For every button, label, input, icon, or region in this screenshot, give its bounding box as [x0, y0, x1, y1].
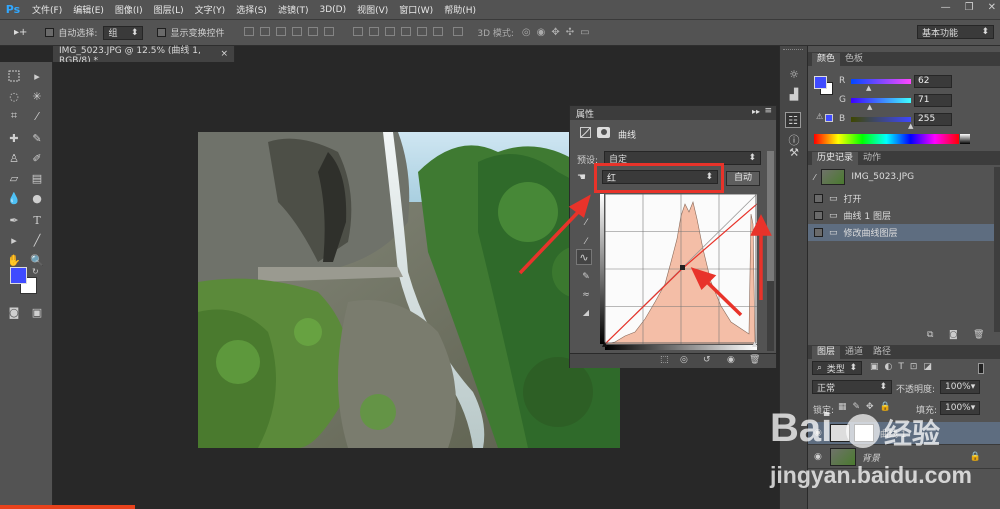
tab-actions[interactable]: 动作 [858, 152, 886, 165]
history-item-label: 曲线 1 图层 [843, 212, 891, 222]
channel-b-label: B [839, 114, 846, 124]
g-value-input[interactable]: 71 [914, 94, 952, 107]
bottom-accent-bar [0, 505, 135, 509]
gamut-warning-icon[interactable]: ⚠ [816, 112, 823, 121]
color-spectrum-ramp[interactable] [814, 134, 959, 144]
arrow-to-eyedropper [518, 205, 585, 275]
layers-panel-tabs: 图层 通道 路径 [808, 345, 1000, 359]
channel-g-label: G [839, 95, 846, 105]
histogram-icon[interactable]: ▟ [786, 86, 802, 102]
history-item-selected[interactable]: ▭ 修改曲线图层 [808, 224, 1000, 241]
b-value-input[interactable]: 255 [914, 113, 952, 126]
history-checkbox[interactable] [814, 194, 823, 203]
b-slider-track[interactable] [851, 117, 911, 122]
history-footer: ⧉ ◙ 🗑 [923, 330, 1000, 342]
history-snapshot-row[interactable]: ⁄ IMG_5023.JPG [808, 167, 1000, 187]
chevron-down-icon: ⬍ [849, 363, 857, 373]
r-value-input[interactable]: 62 [914, 75, 952, 88]
watermark-suffix: 经验 [884, 417, 941, 450]
snapshot-label: IMG_5023.JPG [851, 172, 915, 182]
r-slider-thumb[interactable]: ▲ [866, 84, 871, 92]
filter-toggle[interactable] [978, 363, 984, 374]
tab-swatches[interactable]: 色板 [840, 53, 868, 66]
chevron-down-icon: ▾ [970, 382, 976, 392]
history-item[interactable]: ▭ 打开 [808, 190, 1000, 207]
color-panel-tabs: 颜色 色板 [808, 52, 1000, 66]
delete-state-icon[interactable]: 🗑 [973, 330, 984, 340]
layer-filter-icons[interactable]: ▣◐T⊡◪ [870, 362, 938, 372]
history-item-label: 修改曲线图层 [843, 229, 898, 239]
watermark-brand: Bai [770, 406, 833, 450]
watermark-url: jingyan.baidu.com [770, 462, 972, 488]
tool-presets-icon[interactable]: ⚒ [786, 144, 802, 160]
camera-snapshot-icon[interactable]: ◙ [949, 330, 958, 340]
opacity-input[interactable]: 100% ▾ [940, 380, 980, 394]
r-slider-track[interactable] [851, 79, 911, 84]
layer-filter-dropdown[interactable]: ⌕ 类型 ⬍ [812, 361, 862, 375]
tab-channels[interactable]: 通道 [840, 346, 868, 359]
history-item-label: 打开 [843, 195, 862, 205]
channel-r-label: R [839, 76, 846, 86]
foreground-color-swatch[interactable] [10, 267, 27, 284]
3d-sun-icon[interactable]: ☼ [786, 66, 802, 82]
history-step-icon: ▭ [829, 227, 838, 238]
adjustments-icon[interactable]: ☷ [785, 112, 801, 128]
snapshot-thumbnail [821, 169, 846, 185]
g-slider-track[interactable] [851, 98, 911, 103]
history-panel-tabs: 历史记录 动作 [808, 151, 1000, 165]
web-color-swatch[interactable] [825, 114, 833, 122]
color-foreground-swatch[interactable] [814, 76, 827, 89]
history-item[interactable]: ▭ 曲线 1 图层 [808, 207, 1000, 224]
g-slider-thumb[interactable]: ▲ [867, 103, 872, 111]
history-step-icon: ▭ [829, 210, 838, 221]
tab-color[interactable]: 颜色 [812, 53, 841, 66]
b-slider-thumb[interactable]: ▲ [908, 122, 913, 130]
tab-paths[interactable]: 路径 [868, 346, 896, 359]
tab-history[interactable]: 历史记录 [812, 152, 859, 165]
watermark: Bai 经验 jingyan.baidu.com [770, 406, 1000, 509]
chevron-down-icon: ⬍ [879, 382, 887, 392]
history-scrollbar[interactable] [994, 167, 1000, 332]
search-icon: ⌕ [817, 363, 823, 373]
opacity-label: 不透明度: [896, 385, 936, 395]
history-checkbox[interactable] [814, 211, 823, 220]
black-white-ramp[interactable] [960, 134, 970, 144]
grip-icon[interactable] [783, 49, 803, 52]
blend-mode-dropdown[interactable]: 正常 ⬍ [812, 380, 892, 394]
history-step-icon: ▭ [829, 193, 838, 204]
arrow-head [750, 214, 772, 236]
arrow-head [568, 194, 591, 218]
new-document-from-state-icon[interactable]: ⧉ [927, 330, 933, 340]
history-brush-source-icon[interactable]: ⁄ [814, 173, 815, 182]
paw-logo-icon [846, 414, 880, 448]
arrow-to-curve-point [703, 278, 743, 317]
tab-layers[interactable]: 图层 [812, 346, 841, 359]
history-checkbox[interactable] [814, 228, 823, 237]
